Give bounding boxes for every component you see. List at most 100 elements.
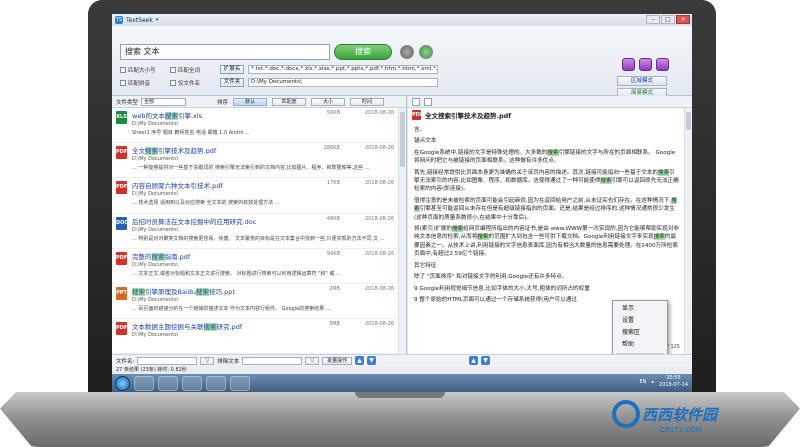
preview-file-name: 全文搜索引擎技术及趋势.pdf — [425, 112, 512, 120]
checkbox[interactable] — [170, 67, 176, 73]
bottom-filter-bar: 文件名: ▽ 排除文本 ▽ 批量操作 ▲ ▼ ▲ ▼ — [112, 354, 692, 366]
filter-icon[interactable]: ▽ — [305, 356, 320, 365]
taskbar-app-icon[interactable] — [134, 375, 154, 391]
extension-field[interactable]: *.txt,*.doc,*.docx,*.xls,*.xlsx,*.ppt,*.… — [248, 65, 438, 74]
result-snippet: ... 百页面的链接分析在一个链接的描述文本 作为文本内容行组件。 Google… — [132, 305, 331, 312]
option-pinyin[interactable]: 匹配拼音 — [120, 79, 150, 87]
result-snippet: ... 技术选择 适用到以及对应搜索 全文本的 搜索的有效处理方法 ... — [132, 200, 280, 207]
search-button[interactable]: 搜索 — [334, 44, 392, 60]
preview-paragraph: 锚点文本 — [414, 138, 437, 145]
result-item[interactable]: DOC 后招时员算法在文本挖掘中的应用研究.doc 46KB 2018-08-26 D:… — [112, 214, 398, 249]
result-item[interactable]: PDF 文本数据主题挖掘与关联搜索研究.pdf 3MB 2018-08-26 D:\My… — [112, 319, 398, 354]
tray-icon[interactable]: ▴ — [651, 379, 654, 385]
file-name-filter-input[interactable] — [137, 356, 198, 365]
maximize-button[interactable]: □ — [661, 15, 675, 24]
sort-relevance-button[interactable]: 匹配度 — [272, 97, 307, 106]
window-controls: – □ × — [646, 15, 690, 24]
taskbar-app-icon[interactable] — [182, 375, 202, 391]
preview-paragraph: 含。 — [414, 127, 426, 133]
exclude-text-input[interactable] — [242, 356, 303, 365]
extension-button[interactable]: 扩展名 — [220, 65, 244, 74]
result-file-name[interactable]: 内容自顾聚六种文本引技术.pdf — [132, 180, 394, 190]
file-type-select[interactable]: 全部 — [141, 97, 187, 106]
filter-icon[interactable]: ▽ — [200, 356, 215, 365]
gear-icon[interactable] — [639, 58, 652, 71]
option-match-case[interactable]: 匹配大小写 — [120, 66, 156, 74]
checkbox[interactable] — [170, 80, 176, 86]
result-file-name[interactable]: 搜索引擎原理及Baidu搜索技巧.ppt — [132, 286, 394, 296]
context-menu-item[interactable]: 帮助 — [613, 339, 667, 351]
taskbar-app-icon[interactable] — [158, 375, 178, 391]
doc-file-icon: DOC — [116, 216, 128, 230]
result-date: 2018-08-26 — [364, 215, 394, 222]
result-item[interactable]: PPT 搜索引擎原理及Baidu搜索技巧.ppt 2MB 2018-08-26 D:\M… — [112, 284, 398, 320]
checkbox[interactable] — [120, 80, 126, 86]
open-folder-icon[interactable] — [424, 98, 432, 106]
result-path: D:\My Documents\ — [132, 121, 179, 127]
clear-button[interactable] — [419, 45, 433, 59]
title-menu-caret[interactable]: ▾ — [156, 17, 159, 23]
option-filename-only[interactable]: 仅文件名 — [170, 79, 200, 87]
settings-icon[interactable] — [622, 58, 635, 71]
preview-paragraph: 9 Google利用视觉细节信息,比如字体的大小,大号,粗体的词所占的权重 — [414, 285, 590, 292]
help-icon[interactable] — [656, 58, 669, 71]
prev-match-icon[interactable]: ▲ — [469, 356, 479, 365]
watermark-domain: CR173.COM — [660, 426, 702, 434]
result-path: D:\My Documents\ — [132, 226, 179, 233]
arrow-up-icon[interactable]: ▲ — [355, 356, 365, 365]
preview-paragraph: 首先,链接经常提供比页面本身更为准确的关于该页内容的描述。其次,链接可能指向一些… — [414, 169, 679, 193]
folder-button[interactable]: 文件夹 — [220, 78, 244, 87]
context-menu-item[interactable]: 搜索区 — [613, 327, 667, 339]
app-icon: TS — [115, 16, 123, 24]
pdf-file-icon: PDF — [116, 322, 127, 336]
preview-scrollbar[interactable] — [684, 108, 692, 354]
stop-button[interactable] — [400, 45, 414, 59]
result-path: D:\My Documents\ — [132, 191, 179, 198]
arrow-down-icon[interactable]: ▼ — [367, 356, 377, 365]
open-file-icon[interactable] — [412, 98, 420, 106]
result-item[interactable]: XLS web的文本搜索引擎.xls 56KB 2018-08-26 D:\My Doc… — [112, 108, 398, 144]
result-item[interactable]: PDF 完整的搜索指南.pdf 99KB 2018-08-26 D:\My Docume… — [112, 249, 398, 284]
taskbar-app-icon[interactable] — [230, 375, 250, 391]
checkbox[interactable] — [120, 67, 126, 73]
watermark-logo-icon — [612, 400, 640, 428]
window-title: TextSeek — [126, 16, 153, 24]
result-date: 2018-08-26 — [364, 285, 394, 292]
results-scrollbar[interactable] — [398, 108, 406, 354]
result-item[interactable]: PDF 内容自顾聚六种文本引技术.pdf 17KB 2018-08-26 D:\My D… — [112, 178, 398, 214]
result-snippet: ... 特别是对对聚类文档的搜索更容易、快捷。 文本聚类的目标是在文本集合中找到… — [132, 235, 385, 242]
result-file-name[interactable]: web的文本搜索引擎.xls — [132, 110, 394, 120]
result-file-name[interactable]: 全文搜索引擎技术及趋势.pdf — [132, 145, 394, 156]
result-file-name[interactable]: 完整的搜索指南.pdf — [132, 251, 394, 261]
result-size: 3MB — [329, 321, 340, 328]
close-button[interactable]: × — [676, 15, 690, 24]
option-whole-word[interactable]: 匹配全词 — [170, 66, 200, 74]
context-menu-item[interactable]: 设置 — [613, 315, 667, 327]
sort-time-button[interactable]: 时间 — [350, 97, 385, 106]
clock[interactable]: 20:55 2018-07-14 — [659, 375, 688, 389]
next-match-icon[interactable]: ▼ — [481, 356, 491, 365]
result-size: 2MB — [329, 285, 340, 292]
system-tray: EN ▴ 20:55 2018-07-14 — [640, 375, 688, 389]
taskbar-app-icon[interactable] — [206, 375, 226, 391]
sort-size-button[interactable]: 大小 — [311, 97, 346, 106]
scroll-thumb[interactable] — [400, 112, 405, 167]
pdf-file-icon: PDF — [116, 181, 127, 195]
search-input[interactable]: 搜索 文本 — [120, 44, 330, 60]
sort-default-button[interactable]: 默认 — [233, 97, 268, 106]
result-file-name[interactable]: 文本数据主题挖掘与关联搜索研究.pdf — [132, 321, 394, 332]
batch-operation-button[interactable]: 批量操作 — [322, 356, 353, 365]
context-menu-item[interactable]: 显示 — [613, 303, 667, 315]
scroll-thumb[interactable] — [686, 112, 691, 130]
result-size: 46KB — [326, 215, 340, 222]
start-button[interactable] — [115, 375, 130, 391]
pdf-file-icon: PDF — [116, 146, 127, 160]
preview-paragraph: 值得注意的是未被检索的页面可能会引起麻烦,因为在返回给用户之前,从未证实也们存在… — [414, 197, 677, 221]
folder-field[interactable]: D:\My Documents\ — [248, 78, 438, 87]
minimize-button[interactable]: – — [646, 15, 660, 24]
area-mode-button[interactable]: 区域模式 — [617, 76, 667, 86]
language-indicator[interactable]: EN — [640, 379, 647, 385]
laptop-notch — [355, 392, 445, 398]
result-item[interactable]: PDF 全文搜索引擎技术及趋势.pdf 286KB 2018-08-26 D:\My D… — [112, 143, 398, 179]
result-file-name[interactable]: 后招时员算法在文本挖掘中的应用研究.doc — [132, 216, 394, 226]
